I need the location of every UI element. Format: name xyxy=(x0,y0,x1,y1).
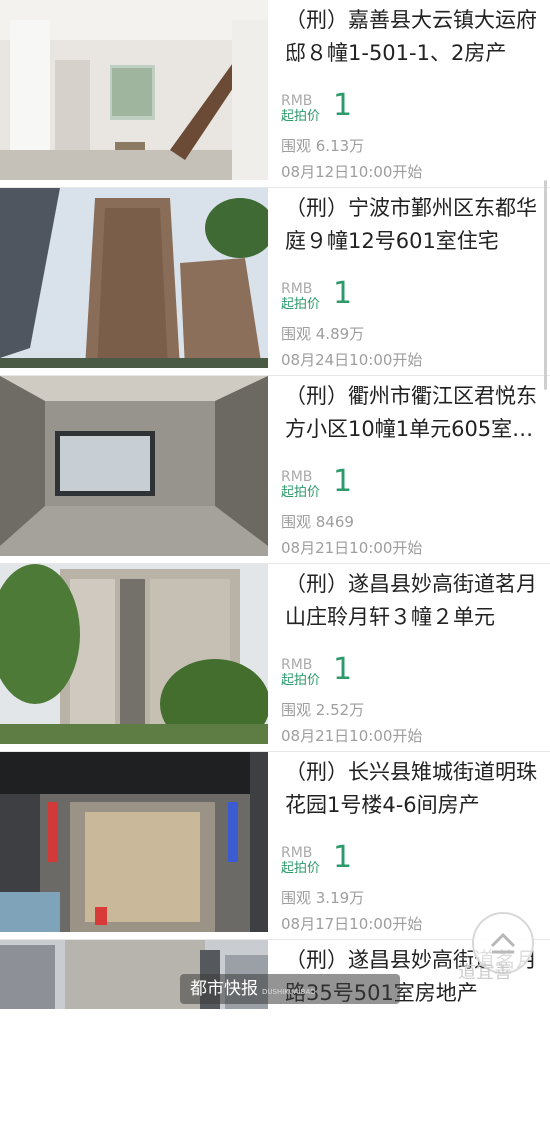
start-time: 08月21日10:00开始 xyxy=(281,539,423,557)
start-price-label: 起拍价 xyxy=(281,673,321,688)
currency-label: RMB xyxy=(281,469,313,485)
price-row: RMB 起拍价 1 xyxy=(281,840,481,882)
start-time: 08月17日10:00开始 xyxy=(281,915,423,933)
currency-label: RMB xyxy=(281,93,313,109)
listing-title[interactable]: （刑）嘉善县大云镇大运府邸８幢1-501-1、2房产 xyxy=(285,4,540,70)
currency-label: RMB xyxy=(281,281,313,297)
watermark-corner-text: 道宜善 xyxy=(458,962,512,983)
watermark-subtext: DUSHIKUAIBAO xyxy=(262,988,316,996)
list-item[interactable]: （刑）宁波市鄞州区东都华庭９幢12号601室住宅房… RMB 起拍价 1 围观 … xyxy=(0,188,550,376)
watermark-logo: 都市快报 DUSHIKUAIBAO xyxy=(180,974,400,1004)
start-price: 1 xyxy=(333,276,353,311)
property-photo[interactable] xyxy=(0,188,268,368)
start-price: 1 xyxy=(333,464,353,499)
start-price-label: 起拍价 xyxy=(281,861,321,876)
list-item[interactable]: （刑）嘉善县大云镇大运府邸８幢1-501-1、2房产 RMB 起拍价 1 围观 … xyxy=(0,0,550,188)
list-item[interactable]: （刑）遂昌县妙高街道茗月山庄聆月轩３幢２单元10… RMB 起拍价 1 围观 2… xyxy=(0,564,550,752)
view-count: 围观 2.52万 xyxy=(281,701,365,719)
watermark-text: 都市快报 xyxy=(190,979,258,999)
property-photo[interactable] xyxy=(0,376,268,556)
view-count: 围观 6.13万 xyxy=(281,137,365,155)
listing-title[interactable]: （刑）衢州市衢江区君悦东方小区10幢1单元605室… xyxy=(285,380,540,446)
list-item[interactable]: （刑）长兴县雉城街道明珠花园1号楼4-6间房产 RMB 起拍价 1 围观 3.1… xyxy=(0,752,550,940)
start-price: 1 xyxy=(333,88,353,123)
property-photo[interactable] xyxy=(0,564,268,744)
start-price-label: 起拍价 xyxy=(281,297,321,312)
start-price: 1 xyxy=(333,840,353,875)
property-photo[interactable] xyxy=(0,752,268,932)
currency-label: RMB xyxy=(281,657,313,673)
property-photo[interactable] xyxy=(0,0,268,180)
list-item[interactable]: （刑）衢州市衢江区君悦东方小区10幢1单元605室… RMB 起拍价 1 围观 … xyxy=(0,376,550,564)
start-time: 08月24日10:00开始 xyxy=(281,351,423,369)
price-row: RMB 起拍价 1 xyxy=(281,464,481,506)
listing-title[interactable]: （刑）遂昌县妙高街道茗月山庄聆月轩３幢２单元10… xyxy=(285,568,540,634)
view-count: 围观 3.19万 xyxy=(281,889,365,907)
price-row: RMB 起拍价 1 xyxy=(281,88,481,130)
view-count: 围观 8469 xyxy=(281,513,354,531)
start-price: 1 xyxy=(333,652,353,687)
view-count: 围观 4.89万 xyxy=(281,325,365,343)
auction-list: （刑）嘉善县大云镇大运府邸８幢1-501-1、2房产 RMB 起拍价 1 围观 … xyxy=(0,0,550,1009)
start-time: 08月12日10:00开始 xyxy=(281,163,423,181)
price-row: RMB 起拍价 1 xyxy=(281,652,481,694)
start-price-label: 起拍价 xyxy=(281,485,321,500)
start-time: 08月21日10:00开始 xyxy=(281,727,423,745)
price-row: RMB 起拍价 1 xyxy=(281,276,481,318)
scrollbar[interactable] xyxy=(544,180,547,390)
currency-label: RMB xyxy=(281,845,313,861)
listing-title[interactable]: （刑）长兴县雉城街道明珠花园1号楼4-6间房产 xyxy=(285,756,540,822)
listing-title[interactable]: （刑）宁波市鄞州区东都华庭９幢12号601室住宅房… xyxy=(285,192,540,258)
start-price-label: 起拍价 xyxy=(281,109,321,124)
